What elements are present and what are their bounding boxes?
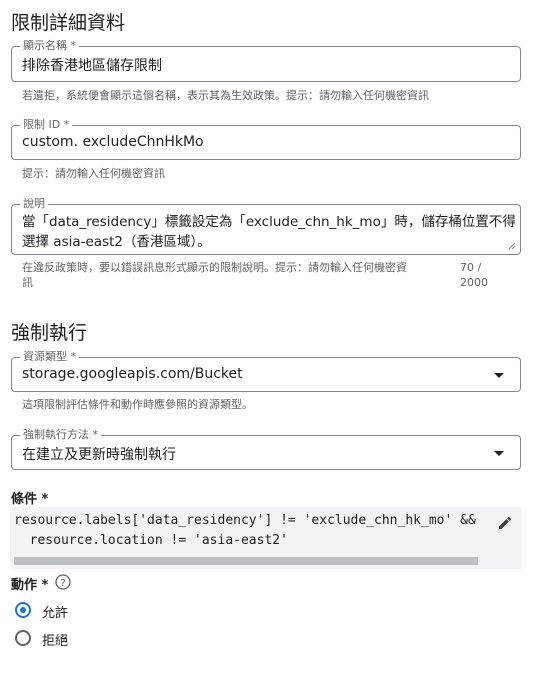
- description-textarea[interactable]: 說明 當「data_residency」標籤設定為「exclude_chn_hk…: [11, 197, 521, 255]
- constraint-id-hint: 提示：請勿輸入任何機密資訊: [22, 167, 165, 180]
- description-hint-line-2: 訊: [22, 276, 33, 289]
- edit-pencil-icon: [499, 516, 512, 529]
- description-line-1: 當「data_residency」標籤設定為「exclude_chn_hk_mo…: [22, 214, 516, 230]
- description-line-2: 選擇 asia-east2（香港區域）。: [22, 234, 211, 250]
- resource-type-label: 資源類型 *: [20, 350, 79, 364]
- section-title-details: 限制詳細資料: [11, 12, 126, 34]
- horizontal-scrollbar[interactable]: [14, 557, 478, 565]
- dropdown-arrow-icon: [494, 373, 504, 378]
- condition-line-2: resource.location != 'asia-east2': [14, 533, 288, 548]
- description-hint: 在違反政策時，要以錯誤訊息形式顯示的限制說明。提示：請勿輸入任何機密資 訊: [22, 260, 442, 290]
- svg-text:?: ?: [60, 578, 65, 589]
- section-title-enforcement: 強制執行: [11, 322, 88, 344]
- resource-type-hint: 這項限制評估條件和動作時應參照的資源類型。: [22, 398, 253, 411]
- resource-type-select[interactable]: 資源類型 * storage.googleapis.com/Bucket: [11, 350, 521, 392]
- condition-code-editor[interactable]: resource.labels['data_residency'] != 'ex…: [10, 507, 522, 569]
- description-char-count: 70 / 2000: [460, 260, 488, 290]
- edit-condition-button[interactable]: [490, 512, 520, 534]
- description-label: 說明: [20, 197, 48, 211]
- resize-handle-icon[interactable]: [508, 242, 516, 250]
- char-count-line-2: 2000: [460, 276, 488, 289]
- constraint-id-field[interactable]: 限制 ID * custom. excludeChnHkMo: [11, 118, 521, 160]
- action-allow-label[interactable]: 允許: [42, 602, 68, 621]
- action-deny-label[interactable]: 拒絕: [42, 630, 68, 649]
- description-hint-line-1: 在違反政策時，要以錯誤訊息形式顯示的限制說明。提示：請勿輸入任何機密資: [22, 261, 407, 274]
- display-name-hint: 若遺拒，系統便會顯示這個名稱，表示其為生效政策。提示：請勿輸入任何機密資訊: [22, 89, 429, 102]
- char-count-line-1: 70 /: [460, 261, 482, 274]
- action-label: 動作 *: [11, 578, 49, 593]
- resource-type-value: storage.googleapis.com/Bucket: [22, 366, 243, 382]
- action-allow-radio[interactable]: [15, 602, 31, 618]
- condition-label: 條件 *: [11, 492, 49, 507]
- constraint-id-label: 限制 ID *: [20, 118, 73, 132]
- display-name-label: 顯示名稱 *: [20, 39, 79, 53]
- display-name-value: 排除香港地區儲存限制: [22, 58, 162, 74]
- enforcement-method-select[interactable]: 強制執行方法 * 在建立及更新時強制執行: [11, 428, 521, 470]
- dropdown-arrow-icon: [494, 451, 504, 456]
- display-name-field[interactable]: 顯示名稱 * 排除香港地區儲存限制: [11, 39, 521, 82]
- action-deny-radio[interactable]: [15, 630, 31, 646]
- enforcement-method-value: 在建立及更新時強制執行: [22, 447, 176, 463]
- condition-line-1: resource.labels['data_residency'] != 'ex…: [14, 513, 476, 528]
- help-icon[interactable]: ?: [55, 574, 71, 590]
- enforcement-method-label: 強制執行方法 *: [20, 428, 101, 442]
- constraint-id-value: custom. excludeChnHkMo: [22, 134, 204, 150]
